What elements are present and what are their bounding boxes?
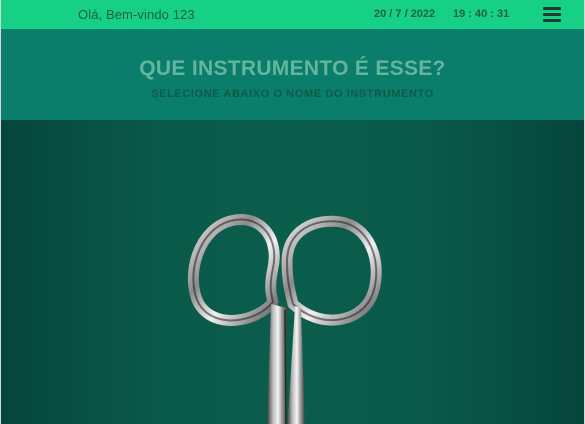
- app-frame: Olá, Bem-vindo 123 20 / 7 / 2022 19 : 40…: [0, 0, 585, 424]
- page-subtitle: SELECIONE ABAIXO O NOME DO INSTRUMENTO: [151, 88, 434, 100]
- greeting-text: Olá, Bem-vindo 123: [78, 7, 195, 22]
- instrument-stage: [1, 120, 584, 424]
- date-display: 20 / 7 / 2022: [374, 8, 436, 20]
- question-header: QUE INSTRUMENTO É ESSE? SELECIONE ABAIXO…: [1, 29, 584, 120]
- hamburger-menu-icon[interactable]: [541, 6, 565, 24]
- page-title: QUE INSTRUMENTO É ESSE?: [139, 57, 446, 80]
- top-bar: Olá, Bem-vindo 123 20 / 7 / 2022 19 : 40…: [1, 0, 584, 29]
- scissors-icon: [187, 214, 382, 424]
- time-display: 19 : 40 : 31: [453, 8, 510, 20]
